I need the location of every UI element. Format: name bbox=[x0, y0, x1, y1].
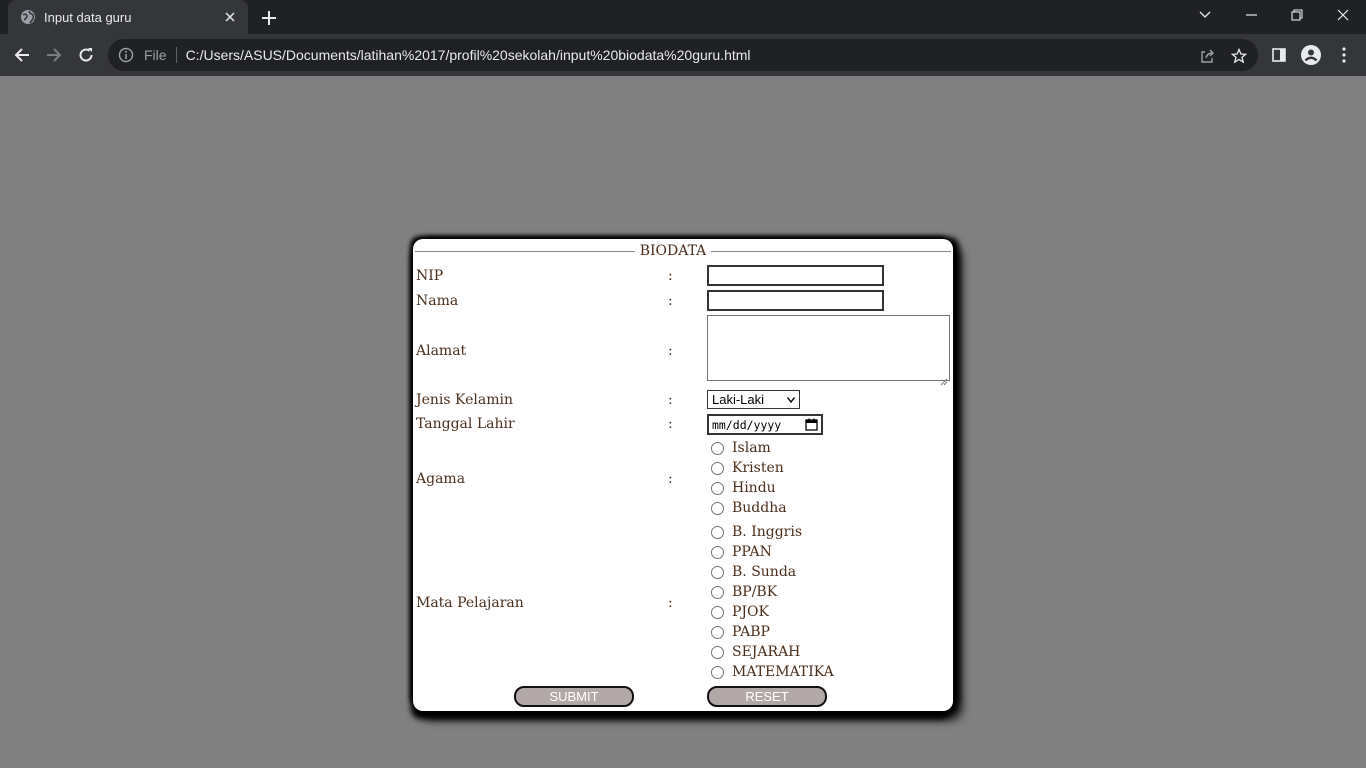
reset-button[interactable]: RESET bbox=[707, 686, 827, 707]
nama-label: Nama bbox=[416, 293, 459, 309]
nip-label: NIP bbox=[416, 268, 444, 284]
address-bar[interactable]: File C:/Users/ASUS/Documents/latihan%201… bbox=[108, 39, 1258, 71]
browser-toolbar: File C:/Users/ASUS/Documents/latihan%201… bbox=[0, 34, 1366, 76]
side-panel-icon[interactable] bbox=[1267, 43, 1291, 67]
radio-button[interactable] bbox=[711, 605, 724, 619]
tanggal-lahir-label: Tanggal Lahir bbox=[416, 416, 515, 432]
tab-title: Input data guru bbox=[44, 9, 132, 25]
legend-title: BIODATA bbox=[639, 243, 707, 259]
radio-label: Islam bbox=[732, 440, 771, 456]
agama-option-buddha[interactable]: Buddha bbox=[711, 499, 787, 517]
date-placeholder: mm/dd/yyyy bbox=[712, 417, 782, 432]
close-icon[interactable] bbox=[220, 7, 240, 27]
fieldset-legend: BIODATA bbox=[415, 243, 951, 259]
info-icon[interactable] bbox=[118, 47, 134, 63]
browser-tab[interactable]: Input data guru bbox=[8, 0, 248, 34]
mapel-option-matematika[interactable]: MATEMATIKA bbox=[711, 663, 834, 681]
dropdown-arrow-icon bbox=[787, 397, 795, 403]
radio-label: MATEMATIKA bbox=[732, 664, 834, 680]
alamat-colon: : bbox=[668, 343, 673, 359]
radio-label: BP/BK bbox=[732, 584, 778, 600]
jenis-kelamin-label: Jenis Kelamin bbox=[416, 392, 513, 408]
radio-button[interactable] bbox=[711, 501, 724, 515]
radio-label: Kristen bbox=[732, 460, 784, 476]
radio-button[interactable] bbox=[711, 545, 724, 559]
more-vert-icon[interactable] bbox=[1332, 43, 1356, 67]
mapel-option-bp-bk[interactable]: BP/BK bbox=[711, 583, 777, 601]
alamat-textarea[interactable] bbox=[707, 315, 950, 386]
close-window-icon[interactable] bbox=[1320, 0, 1366, 30]
share-icon[interactable] bbox=[1198, 47, 1216, 65]
legend-line-right bbox=[711, 251, 951, 252]
tanggal-lahir-input[interactable]: mm/dd/yyyy bbox=[707, 414, 823, 435]
mapel-option-pabp[interactable]: PABP bbox=[711, 623, 770, 641]
biodata-form-card: BIODATA NIP : Nama : Alamat : Jenis Kela… bbox=[413, 239, 953, 711]
jenis-kelamin-select[interactable]: Laki-Laki bbox=[707, 390, 800, 409]
mata-pelajaran-label: Mata Pelajaran bbox=[416, 595, 524, 611]
radio-label: PJOK bbox=[732, 604, 769, 620]
radio-label: B. Sunda bbox=[732, 564, 797, 580]
url-text[interactable]: C:/Users/ASUS/Documents/latihan%2017/pro… bbox=[186, 47, 751, 63]
radio-button[interactable] bbox=[711, 481, 724, 495]
star-icon[interactable] bbox=[1230, 47, 1248, 65]
radio-button[interactable] bbox=[711, 585, 724, 599]
submit-button[interactable]: SUBMIT bbox=[514, 686, 634, 707]
radio-button[interactable] bbox=[711, 525, 724, 539]
agama-option-kristen[interactable]: Kristen bbox=[711, 459, 784, 477]
mapel-option-sejarah[interactable]: SEJARAH bbox=[711, 643, 800, 661]
plus-icon[interactable] bbox=[258, 7, 280, 29]
radio-button[interactable] bbox=[711, 645, 724, 659]
browser-titlebar: Input data guru bbox=[0, 0, 1366, 34]
reload-icon[interactable] bbox=[74, 43, 98, 67]
profile-icon[interactable] bbox=[1299, 43, 1323, 67]
mapel-option-pjok[interactable]: PJOK bbox=[711, 603, 769, 621]
jenis-kelamin-colon: : bbox=[668, 392, 673, 408]
chevron-down-icon[interactable] bbox=[1182, 0, 1228, 30]
restore-icon[interactable] bbox=[1274, 0, 1320, 30]
alamat-label: Alamat bbox=[416, 343, 467, 359]
agama-option-islam[interactable]: Islam bbox=[711, 439, 771, 457]
radio-label: PPAN bbox=[732, 544, 772, 560]
agama-option-hindu[interactable]: Hindu bbox=[711, 479, 776, 497]
tanggal-lahir-colon: : bbox=[668, 416, 673, 432]
jenis-kelamin-selected: Laki-Laki bbox=[712, 392, 765, 407]
radio-button[interactable] bbox=[711, 565, 724, 579]
radio-label: B. Inggris bbox=[732, 524, 803, 540]
back-arrow-icon[interactable] bbox=[10, 43, 34, 67]
radio-label: SEJARAH bbox=[732, 644, 801, 660]
radio-button[interactable] bbox=[711, 625, 724, 639]
globe-icon bbox=[20, 9, 36, 25]
radio-button[interactable] bbox=[711, 441, 724, 455]
radio-button[interactable] bbox=[711, 665, 724, 679]
mapel-option-b-inggris[interactable]: B. Inggris bbox=[711, 523, 802, 541]
mapel-option-ppan[interactable]: PPAN bbox=[711, 543, 772, 561]
resize-grip-icon[interactable] bbox=[940, 371, 948, 386]
nip-colon: : bbox=[668, 268, 673, 284]
radio-label: Buddha bbox=[732, 500, 787, 516]
mata-pelajaran-colon: : bbox=[668, 595, 673, 611]
agama-label: Agama bbox=[416, 471, 466, 487]
agama-colon: : bbox=[668, 471, 673, 487]
radio-label: PABP bbox=[732, 624, 770, 640]
mapel-option-b-sunda[interactable]: B. Sunda bbox=[711, 563, 796, 581]
nama-colon: : bbox=[668, 293, 673, 309]
calendar-icon[interactable] bbox=[805, 418, 818, 431]
forward-arrow-icon[interactable] bbox=[42, 43, 66, 67]
minimize-icon[interactable] bbox=[1228, 0, 1274, 30]
nama-input[interactable] bbox=[707, 290, 884, 311]
nip-input[interactable] bbox=[707, 265, 884, 286]
file-scheme-label: File bbox=[144, 47, 167, 63]
radio-button[interactable] bbox=[711, 461, 724, 475]
radio-label: Hindu bbox=[732, 480, 776, 496]
omnibox-divider bbox=[175, 47, 177, 63]
legend-line-left bbox=[415, 251, 635, 252]
